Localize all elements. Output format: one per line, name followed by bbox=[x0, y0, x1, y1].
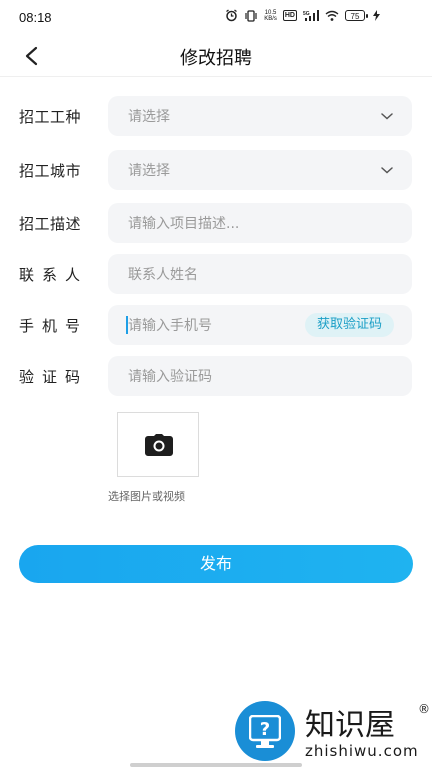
contact-row: 联系人 联系人姓名 bbox=[0, 254, 432, 294]
publish-button[interactable]: 发布 bbox=[19, 545, 413, 583]
svg-text:5G: 5G bbox=[303, 11, 310, 17]
city-row: 招工城市 请选择 bbox=[0, 150, 432, 190]
status-bar: 08:18 10.5 KB/s HD 5G 75 bbox=[0, 0, 432, 36]
camera-icon bbox=[145, 434, 173, 456]
code-label: 验证码 bbox=[19, 368, 89, 386]
contact-label: 联系人 bbox=[19, 266, 89, 284]
status-icons: 10.5 KB/s HD 5G 75 bbox=[225, 9, 380, 22]
description-placeholder: 请输入项目描述... bbox=[128, 216, 240, 232]
code-input[interactable]: 请输入验证码 bbox=[108, 356, 412, 396]
city-placeholder: 请选择 bbox=[128, 163, 170, 179]
upload-caption: 选择图片或视频 bbox=[108, 490, 185, 503]
phone-placeholder: 请输入手机号 bbox=[128, 318, 212, 334]
svg-text:?: ? bbox=[260, 719, 270, 740]
watermark-name: 知识屋 bbox=[305, 708, 395, 743]
home-indicator[interactable] bbox=[130, 763, 302, 767]
job-type-placeholder: 请选择 bbox=[128, 109, 170, 125]
description-input[interactable]: 请输入项目描述... bbox=[108, 203, 412, 243]
media-upload-button[interactable] bbox=[117, 412, 199, 477]
city-label: 招工城市 bbox=[19, 162, 82, 180]
phone-label: 手机号 bbox=[19, 317, 89, 335]
code-row: 验证码 请输入验证码 bbox=[0, 356, 432, 396]
watermark-registered: ® bbox=[418, 702, 430, 716]
job-type-select[interactable]: 请选择 bbox=[108, 96, 412, 136]
chevron-down-icon bbox=[381, 113, 393, 120]
watermark-logo: ? bbox=[235, 701, 295, 761]
vibrate-icon bbox=[245, 9, 257, 22]
city-select[interactable]: 请选择 bbox=[108, 150, 412, 190]
code-placeholder: 请输入验证码 bbox=[128, 369, 212, 385]
wifi-icon bbox=[325, 10, 339, 21]
contact-placeholder: 联系人姓名 bbox=[128, 267, 198, 283]
job-type-row: 招工工种 请选择 bbox=[0, 96, 432, 136]
cellular-signal-icon: 5G bbox=[303, 9, 319, 21]
description-label: 招工描述 bbox=[19, 215, 82, 233]
get-code-button[interactable]: 获取验证码 bbox=[304, 313, 394, 337]
contact-name-input[interactable]: 联系人姓名 bbox=[108, 254, 412, 294]
job-type-label: 招工工种 bbox=[19, 108, 82, 126]
status-time: 08:18 bbox=[19, 10, 52, 25]
watermark-url: zhishiwu.com bbox=[305, 742, 419, 760]
net-speed: 10.5 KB/s bbox=[264, 9, 277, 22]
help-monitor-icon: ? bbox=[249, 715, 281, 748]
description-row: 招工描述 请输入项目描述... bbox=[0, 203, 432, 243]
chevron-down-icon bbox=[381, 167, 393, 174]
page-title: 修改招聘 bbox=[180, 48, 252, 69]
battery-icon: 75 bbox=[345, 10, 368, 21]
nav-bar: 修改招聘 bbox=[0, 36, 432, 77]
phone-row: 手机号 请输入手机号 获取验证码 bbox=[0, 305, 432, 345]
alarm-icon bbox=[226, 9, 238, 22]
hd-icon: HD bbox=[282, 10, 297, 21]
phone-input[interactable]: 请输入手机号 获取验证码 bbox=[108, 305, 412, 345]
charging-icon bbox=[373, 10, 380, 21]
